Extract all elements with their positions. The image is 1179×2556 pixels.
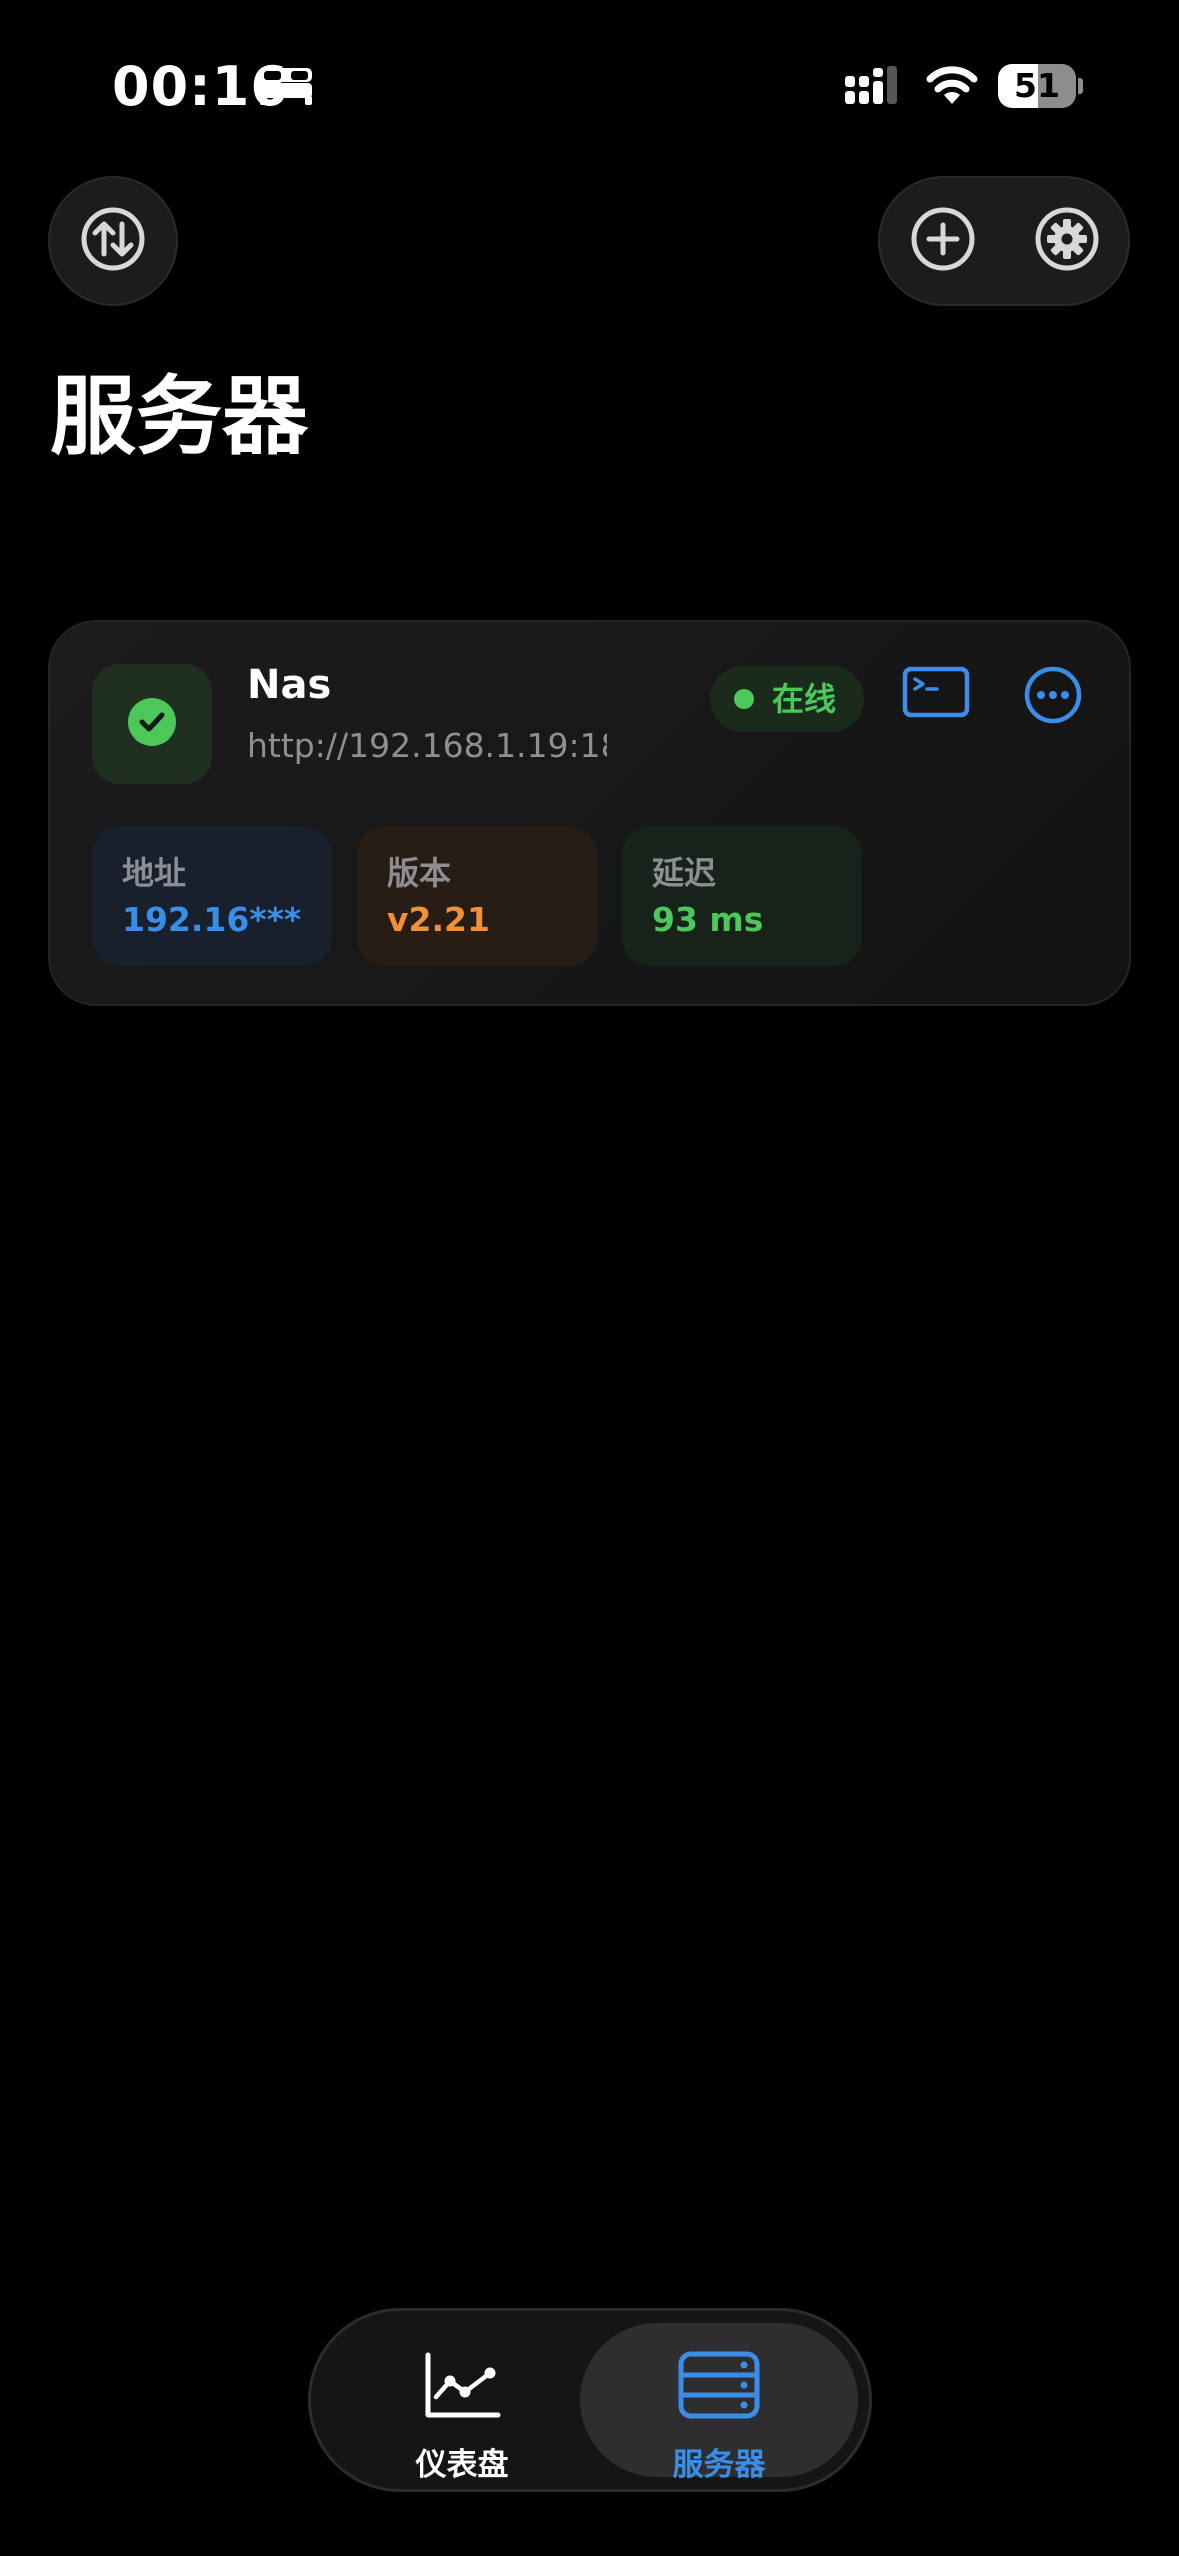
battery-level: 51: [1014, 66, 1060, 105]
swap-arrows-icon: [80, 206, 146, 276]
stat-latency: 延迟 93 ms: [622, 826, 862, 966]
tab-servers-label: 服务器: [672, 2447, 766, 2483]
line-chart-icon: [422, 2351, 502, 2425]
battery-indicator: 51: [998, 64, 1076, 108]
sort-toggle-button[interactable]: [48, 176, 178, 306]
tab-servers[interactable]: 服务器: [580, 2323, 858, 2483]
top-actions: [878, 176, 1130, 306]
terminal-button[interactable]: [902, 666, 970, 722]
status-bar: 00:16 51: [0, 0, 1179, 175]
gear-icon: [1034, 206, 1100, 276]
cellular-signal-icon: [845, 64, 907, 114]
server-name: Nas: [247, 662, 332, 708]
sleep-bed-icon: [258, 66, 314, 110]
server-url: http://192.168.1.19:18...: [247, 726, 607, 765]
page-title: 服务器: [50, 367, 308, 467]
stat-label: 地址: [122, 854, 187, 892]
status-badge-label: 在线: [772, 680, 837, 718]
stat-value: 192.16***: [122, 900, 302, 939]
stat-label: 延迟: [652, 854, 717, 892]
battery-cap: [1078, 78, 1083, 94]
more-ellipsis-icon: [1024, 666, 1082, 728]
tab-dashboard-label: 仪表盘: [415, 2447, 509, 2483]
terminal-icon: [902, 666, 970, 722]
stat-address: 地址 192.16***: [92, 826, 332, 966]
server-status-indicator: [92, 664, 212, 784]
settings-button[interactable]: [1004, 178, 1130, 304]
check-circle-icon: [127, 697, 177, 751]
wifi-icon: [925, 64, 979, 112]
stat-version: 版本 v2.21: [357, 826, 597, 966]
stat-label: 版本: [387, 854, 452, 892]
server-rack-icon: [678, 2351, 760, 2423]
server-card[interactable]: Nas http://192.168.1.19:18... 在线 地址 192.…: [48, 620, 1131, 1006]
status-badge: 在线: [710, 666, 864, 732]
tab-bar: 仪表盘 服务器: [308, 2308, 872, 2492]
stat-value: 93 ms: [652, 900, 764, 939]
tab-dashboard[interactable]: 仪表盘: [323, 2323, 601, 2483]
plus-circle-icon: [910, 206, 976, 276]
more-options-button[interactable]: [1024, 666, 1082, 728]
online-dot: [734, 689, 754, 709]
add-server-button[interactable]: [880, 178, 1006, 304]
stat-value: v2.21: [387, 900, 490, 939]
